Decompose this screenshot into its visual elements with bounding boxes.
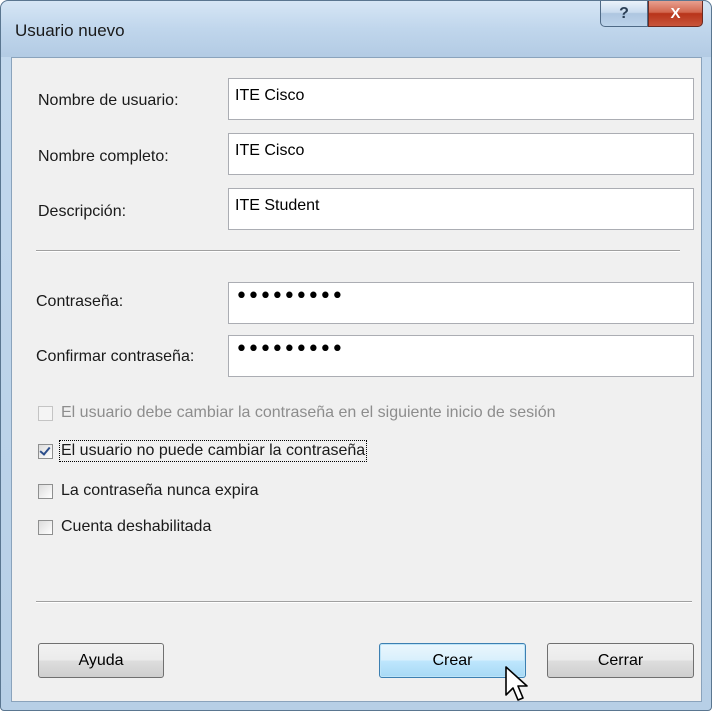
close-icon: X — [670, 5, 681, 22]
title-bar[interactable]: Usuario nuevo ? X — [1, 1, 711, 57]
separator-top — [36, 250, 680, 252]
cannot-change-password-checkbox[interactable] — [38, 444, 53, 459]
must-change-password-label: El usuario debe cambiar la contraseña en… — [61, 404, 556, 421]
confirm-password-label: Confirmar contraseña: — [36, 348, 195, 365]
username-field[interactable]: ITE Cisco — [228, 78, 694, 120]
mouse-pointer-icon — [505, 666, 528, 701]
password-never-expires-checkbox[interactable] — [38, 484, 53, 499]
dialog-content: Nombre de usuario: ITE Cisco Nombre comp… — [11, 57, 702, 702]
password-label: Contraseña: — [36, 293, 124, 310]
description-field[interactable]: ITE Student — [228, 188, 694, 230]
confirm-password-field[interactable]: ••••••••• — [228, 335, 694, 377]
account-disabled-label: Cuenta deshabilitada — [61, 518, 212, 535]
question-mark-icon: ? — [619, 4, 629, 22]
close-button[interactable]: Cerrar — [547, 643, 694, 678]
password-field[interactable]: ••••••••• — [228, 282, 694, 324]
fullname-label: Nombre completo: — [38, 148, 169, 165]
new-user-dialog: Usuario nuevo ? X Nombre de usuario: ITE… — [0, 0, 712, 711]
must-change-password-checkbox[interactable] — [38, 406, 53, 421]
password-never-expires-label: La contraseña nunca expira — [61, 482, 259, 499]
separator-bottom — [36, 601, 692, 603]
fullname-field[interactable]: ITE Cisco — [228, 133, 694, 175]
window-title: Usuario nuevo — [15, 21, 125, 40]
cannot-change-password-label: El usuario no puede cambiar la contraseñ… — [58, 440, 368, 462]
username-label: Nombre de usuario: — [38, 92, 179, 109]
help-button[interactable]: Ayuda — [38, 643, 164, 678]
description-label: Descripción: — [38, 203, 127, 220]
close-window-button[interactable]: X — [648, 1, 703, 27]
account-disabled-checkbox[interactable] — [38, 520, 53, 535]
help-titlebar-button[interactable]: ? — [600, 1, 648, 27]
